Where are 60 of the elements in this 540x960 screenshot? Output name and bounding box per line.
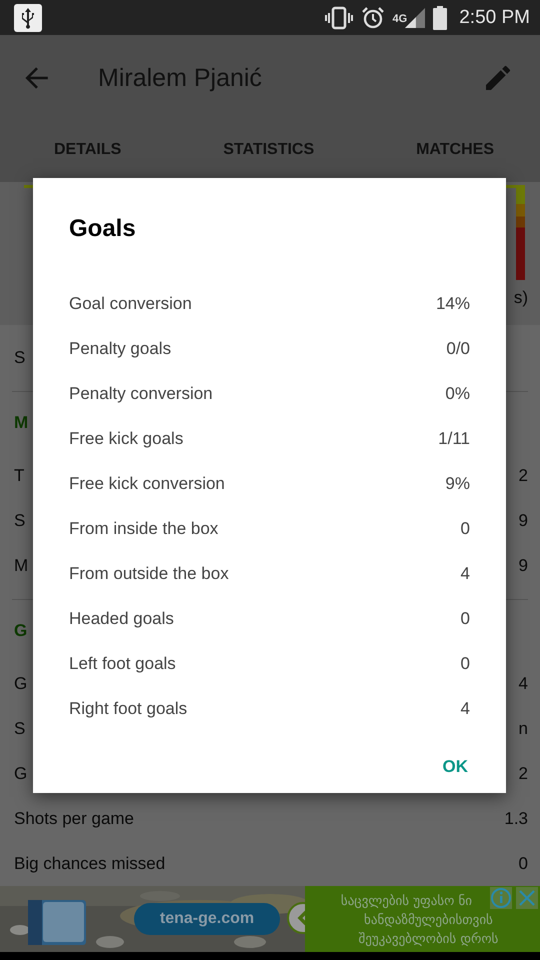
- stat-label: From inside the box: [69, 518, 218, 538]
- stat-value: 2: [518, 764, 528, 784]
- close-icon[interactable]: [516, 887, 538, 909]
- stat-value: 1/11: [438, 428, 470, 448]
- stat-label: G: [14, 674, 28, 694]
- section-heading: M: [14, 412, 28, 432]
- dialog-title: Goals: [69, 214, 136, 244]
- tab[interactable]: DETAILS: [48, 133, 128, 168]
- stat-label: Headed goals: [69, 608, 174, 628]
- stat-value: 0%: [445, 384, 470, 404]
- stat-label: Left foot goals: [69, 654, 176, 674]
- tab[interactable]: MATCHES: [410, 133, 500, 168]
- stat-label: Right foot goals: [69, 698, 188, 718]
- vibrate-icon: [324, 6, 353, 30]
- stat-label: M: [14, 556, 28, 576]
- stat-value: 0/0: [446, 338, 470, 358]
- stat-value: 4: [460, 698, 470, 718]
- stat-value: 1.3: [504, 808, 528, 828]
- ok-button[interactable]: OK: [426, 747, 484, 787]
- ad-text: შეუკავებლობის დროს: [358, 931, 498, 949]
- stat-value: 4: [518, 674, 528, 694]
- stat-value: 9: [518, 510, 528, 530]
- back-arrow-icon: [24, 65, 50, 92]
- ad-text: ხანდაზმულებისთვის: [364, 912, 493, 930]
- usb-icon: [14, 4, 42, 32]
- stat-value: 0: [460, 518, 470, 538]
- stat-label: G: [14, 764, 28, 784]
- stat-label: S: [14, 718, 26, 738]
- stat-value: 14%: [436, 294, 470, 314]
- stat-label: Shots per game: [14, 808, 134, 828]
- stat-value: 4: [460, 564, 470, 584]
- stat-label: Goal conversion: [69, 294, 192, 314]
- stat-label: From outside the box: [69, 564, 229, 584]
- signal-icon: [405, 6, 426, 29]
- alarm-icon: [360, 6, 385, 30]
- stat-label: Free kick conversion: [69, 474, 225, 494]
- player-name: Miralem Pjanić: [98, 64, 263, 93]
- info-icon[interactable]: [490, 887, 512, 909]
- stat-label: T: [14, 466, 24, 486]
- network-label: 4G: [392, 12, 408, 25]
- stat-label: Free kick goals: [69, 428, 184, 448]
- stat-label: S: [14, 510, 26, 530]
- stat-value: 0: [518, 854, 528, 874]
- ad-link-button[interactable]: tena-ge.com: [134, 903, 280, 935]
- tab[interactable]: STATISTICS: [217, 133, 320, 168]
- section-heading: G: [14, 620, 28, 640]
- clock: 2:50 PM: [459, 6, 530, 29]
- ad-text: საცვლების უფასო ნი: [340, 893, 472, 911]
- stat-value: 0: [460, 654, 470, 674]
- stat-value: 0: [460, 608, 470, 628]
- stat-value: n: [518, 718, 528, 738]
- stat-value: 9%: [445, 474, 470, 494]
- battery-icon: [433, 6, 448, 30]
- stat-value: 2: [518, 466, 528, 486]
- stat-label: Big chances missed: [14, 854, 166, 874]
- stat-label: Penalty goals: [69, 338, 172, 358]
- stat-value: 9: [518, 556, 528, 576]
- chart-note: s): [514, 288, 528, 308]
- stat-label: S: [14, 348, 26, 368]
- stat-label: Penalty conversion: [69, 384, 213, 404]
